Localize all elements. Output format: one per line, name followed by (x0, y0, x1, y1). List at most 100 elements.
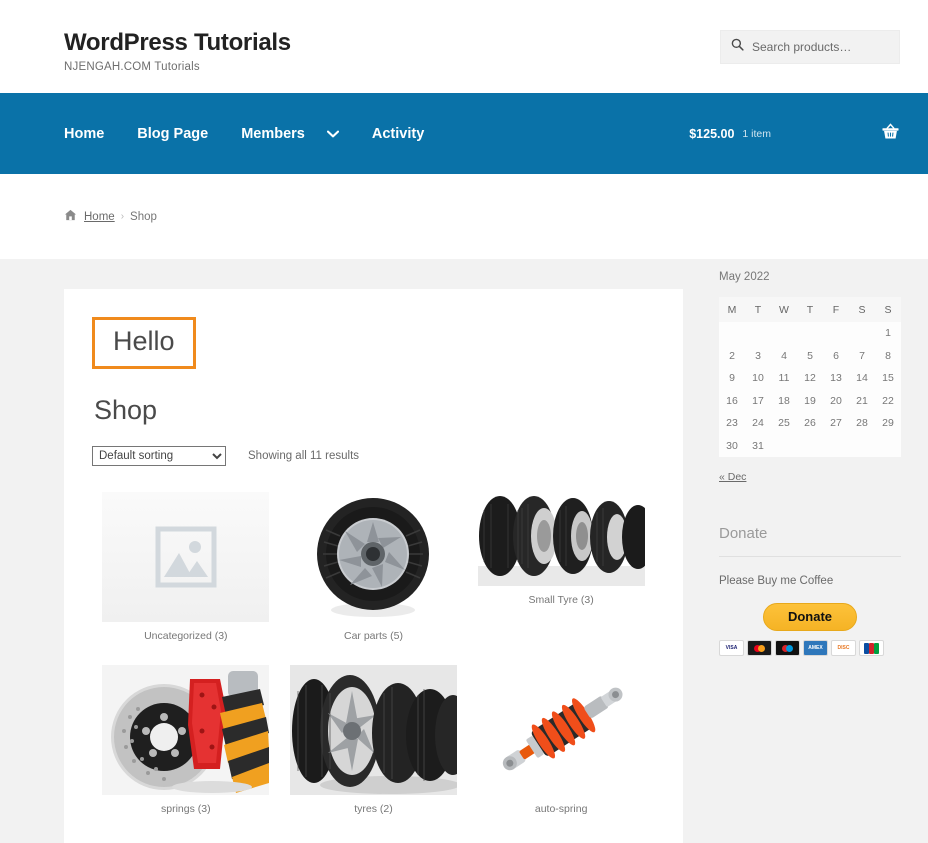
calendar-week-row: 2 3 4 5 6 7 8 (719, 344, 901, 367)
nav-item-home[interactable]: Home (64, 126, 104, 142)
calendar-day: 29 (875, 412, 901, 435)
category-thumbnail[interactable] (477, 665, 645, 796)
category-card-car-parts[interactable]: Car parts (5) (280, 491, 468, 644)
calendar-day: 28 (849, 412, 875, 435)
calendar-day: 18 (771, 389, 797, 412)
calendar-weekday: W (771, 297, 797, 322)
page-body: Hello Shop Default sorting Showing all 1… (0, 259, 928, 843)
calendar-day: 6 (823, 344, 849, 367)
page-title: Shop (94, 394, 158, 425)
result-count: Showing all 11 results (248, 449, 360, 462)
visa-icon: VISA (719, 640, 744, 656)
category-card-tyres[interactable]: tyres (2) (280, 665, 468, 817)
calendar-day: 2 (719, 344, 745, 367)
calendar-header-row: M T W T F S S (719, 297, 901, 322)
calendar-table: M T W T F S S 1 2 3 4 5 6 7 8 9 10 11 12… (719, 297, 901, 457)
calendar-day: 20 (823, 389, 849, 412)
tyres-photo (289, 665, 457, 796)
calendar-day: 14 (849, 367, 875, 390)
calendar-day: 19 (797, 389, 823, 412)
calendar-day: 12 (797, 367, 823, 390)
category-label: springs (3) (161, 803, 211, 817)
calendar-day (823, 434, 849, 457)
calendar-day (797, 322, 823, 345)
search-input[interactable] (752, 40, 889, 54)
category-thumbnail[interactable] (289, 491, 457, 622)
breadcrumb-link-home[interactable]: Home (84, 211, 115, 223)
calendar-body: 1 2 3 4 5 6 7 8 9 10 11 12 13 14 15 16 1… (719, 322, 901, 457)
breadcrumb-bar: Home › Shop (0, 174, 928, 259)
nav-item-activity[interactable]: Activity (372, 126, 424, 142)
paypal-donate-button[interactable]: Donate (763, 603, 857, 631)
cart-summary[interactable]: $125.00 1 item (689, 122, 900, 145)
calendar-day: 17 (745, 389, 771, 412)
primary-navigation: Home Blog Page Members Activity $125.00 … (0, 93, 928, 174)
calendar-weekday: T (745, 297, 771, 322)
nav-list: Home Blog Page Members Activity (64, 126, 457, 142)
thumbnail-area (280, 665, 468, 796)
nav-label: Home (64, 125, 105, 142)
calendar-day (823, 322, 849, 345)
hello-badge-label: Hello (113, 326, 175, 356)
calendar-week-row: 30 31 (719, 434, 901, 457)
shock-absorber-photo (477, 665, 645, 796)
calendar-day: 23 (719, 412, 745, 435)
calendar-day: 10 (745, 367, 771, 390)
calendar-day (771, 434, 797, 457)
calendar-week-row: 16 17 18 19 20 21 22 (719, 389, 901, 412)
category-thumbnail[interactable] (289, 665, 457, 796)
site-header: WordPress Tutorials NJENGAH.COM Tutorial… (0, 0, 928, 93)
calendar-prev-link[interactable]: « Dec (719, 471, 746, 483)
sorting-select[interactable]: Default sorting (92, 445, 226, 466)
calendar-day: 30 (719, 434, 745, 457)
nav-item-blog-page[interactable]: Blog Page (137, 126, 208, 142)
product-search-box[interactable] (720, 30, 900, 64)
accepted-cards-row: VISA AMEX DISC (719, 640, 901, 656)
thumbnail-area (280, 491, 468, 622)
site-branding[interactable]: WordPress Tutorials NJENGAH.COM Tutorial… (64, 29, 291, 74)
divider (719, 556, 901, 557)
calendar-day: 3 (745, 344, 771, 367)
breadcrumb-current-shop: Shop (130, 210, 157, 223)
maestro-icon (775, 640, 800, 656)
category-card-springs[interactable]: springs (3) (92, 665, 280, 817)
category-card-small-tyre[interactable]: Small Tyre (3) (467, 491, 655, 644)
home-icon[interactable] (64, 209, 77, 224)
calendar-day: 5 (797, 344, 823, 367)
calendar-day (849, 434, 875, 457)
breadcrumb-separator: › (120, 211, 125, 222)
calendar-week-row: 23 24 25 26 27 28 29 (719, 412, 901, 435)
calendar-day (875, 434, 901, 457)
category-card-uncategorized[interactable]: Uncategorized (3) (92, 491, 280, 644)
shop-controls: Default sorting Showing all 11 results (92, 445, 655, 466)
category-thumbnail[interactable] (102, 491, 270, 622)
category-count: (5) (390, 629, 403, 642)
calendar-day (771, 322, 797, 345)
category-thumbnail[interactable] (477, 491, 645, 586)
brake-disc-spring-photo (102, 665, 270, 796)
category-card-auto-spring[interactable]: auto-spring (467, 665, 655, 817)
category-name: auto-spring (534, 803, 588, 816)
site-tagline: NJENGAH.COM Tutorials (64, 61, 200, 74)
calendar-day: 11 (771, 367, 797, 390)
car-wheel-photo (289, 491, 457, 622)
calendar-day: 25 (771, 412, 797, 435)
shopping-basket-icon[interactable] (881, 122, 900, 145)
chevron-down-icon[interactable] (326, 126, 339, 142)
calendar-nav: « Dec (719, 471, 901, 483)
product-category-grid: Uncategorized (3) Car parts (5) Small Ty… (92, 491, 655, 839)
placeholder-image-icon (102, 491, 270, 622)
calendar-day: 21 (849, 389, 875, 412)
calendar-day: 27 (823, 412, 849, 435)
category-label: Uncategorized (3) (144, 630, 227, 644)
calendar-day: 7 (849, 344, 875, 367)
thumbnail-area (467, 665, 655, 796)
nav-label: Blog Page (137, 125, 209, 142)
category-count: (2) (379, 803, 393, 816)
sidebar: May 2022 M T W T F S S 1 2 3 4 5 6 7 8 9… (719, 271, 901, 656)
calendar-day: 1 (875, 322, 901, 345)
category-label: auto-spring (535, 803, 588, 817)
category-thumbnail[interactable] (102, 665, 270, 796)
nav-item-members[interactable]: Members (241, 126, 339, 142)
calendar-weekday: M (719, 297, 745, 322)
